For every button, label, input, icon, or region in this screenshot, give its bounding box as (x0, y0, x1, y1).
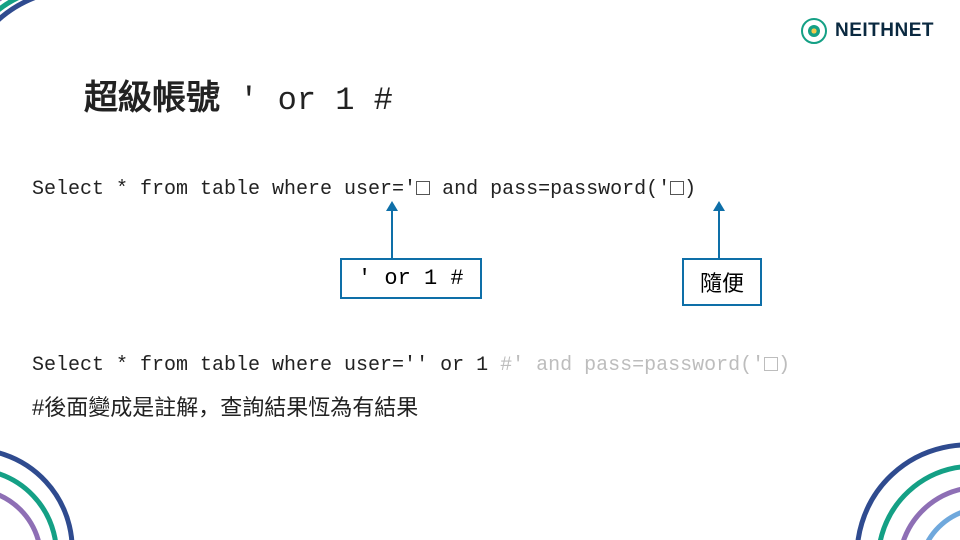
slide-title: 超級帳號 ' or 1 # (84, 70, 393, 119)
arrow-pass-injection (713, 201, 725, 259)
sql1-mid: and pass=password(' (430, 178, 670, 201)
title-main: 超級帳號 (84, 79, 220, 117)
sql2-commented-b: ) (778, 354, 790, 377)
injection-value-user: ' or 1 # (340, 258, 482, 299)
injection-value-pass: 隨便 (682, 258, 762, 306)
arrow-user-injection (386, 201, 398, 259)
sql1-prefix: Select * from table where user=' (32, 178, 416, 201)
decor-bottom-right (840, 420, 960, 540)
logo-icon (801, 18, 827, 44)
placeholder-box-user (416, 181, 430, 195)
slide-root: NEITHNET 超級帳號 ' or 1 # Select * from tab… (0, 0, 960, 540)
sql-template-line: Select * from table where user=' and pas… (32, 178, 696, 201)
title-code: ' or 1 # (220, 82, 393, 119)
explanation-text: #後面變成是註解，查詢結果恆為有結果 (32, 390, 418, 422)
logo-text: NEITHNET (835, 20, 934, 42)
sql-result-line: Select * from table where user='' or 1 #… (32, 354, 790, 377)
placeholder-box-pass (670, 181, 684, 195)
sql2-commented-a: #' and pass=password(' (500, 354, 764, 377)
brand-logo: NEITHNET (801, 18, 934, 44)
sql1-suffix: ) (684, 178, 696, 201)
placeholder-box-pass-commented (764, 357, 778, 371)
sql2-prefix: Select * from table where user='' or 1 (32, 354, 500, 377)
decor-bottom-left (0, 440, 100, 540)
